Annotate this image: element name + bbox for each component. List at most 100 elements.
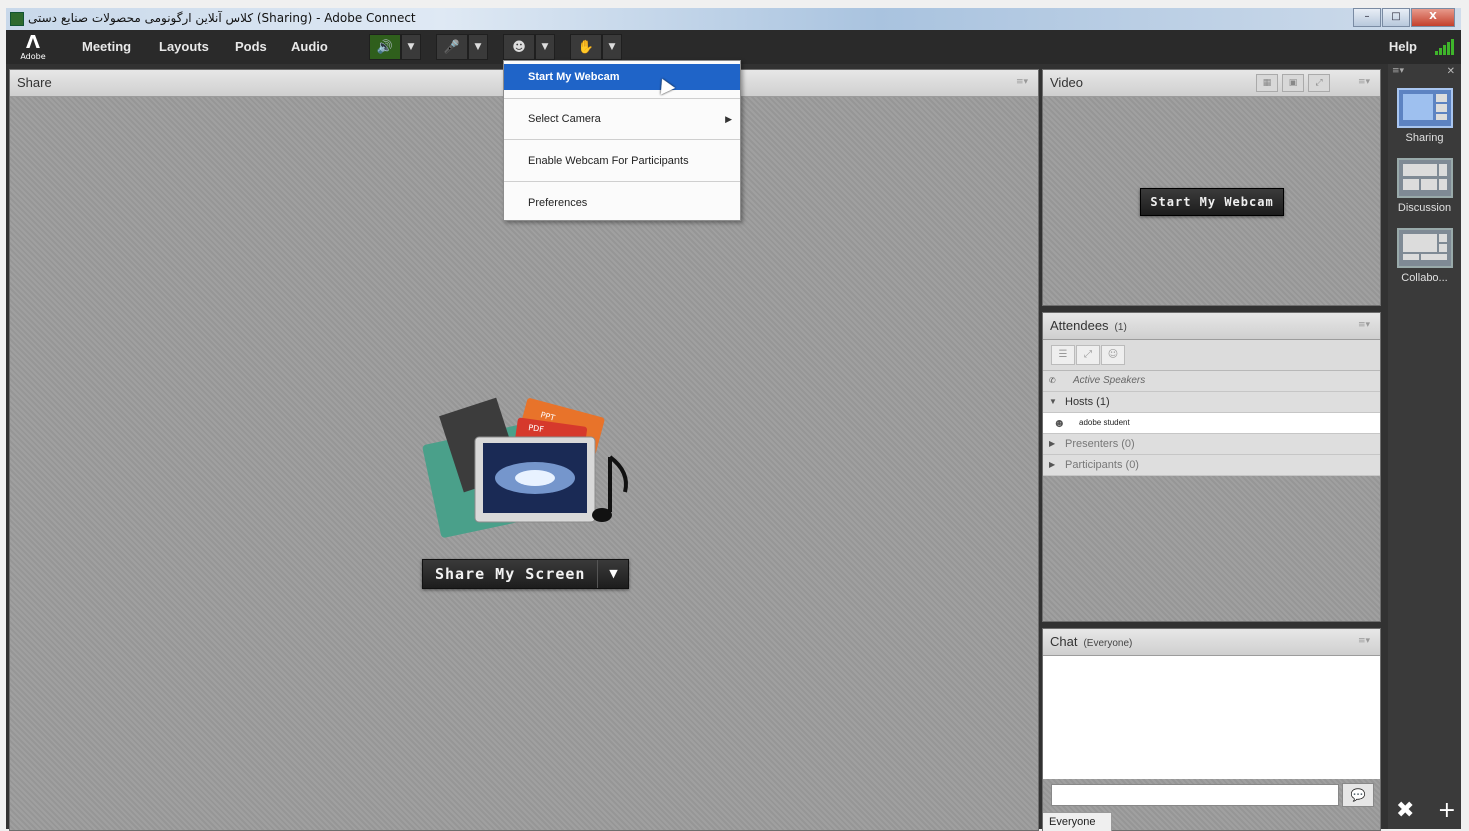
share-pod-menu-icon[interactable]: ≡▾ [1016,77,1028,87]
active-speakers-icon: ✆ [1049,376,1056,385]
attendees-toolbar: ☰ ⤢ ☺ [1043,340,1380,371]
webcam-icon[interactable]: ☻ [503,34,535,60]
share-my-screen-button[interactable]: Share My Screen ▼ [422,559,630,589]
rail-bottom-tools: ✖ + [1396,798,1456,823]
menu-item-start-my-webcam[interactable]: Start My Webcam [504,64,740,90]
chat-pod-title: Chat (Everyone) [1050,634,1132,649]
window-controls: – □ X [1352,8,1455,27]
chat-message-input[interactable] [1051,784,1339,806]
menu-meeting[interactable]: Meeting [82,39,131,54]
chat-pod: Chat (Everyone) ≡▾ 💬 Everyone [1042,628,1381,831]
grid-view-icon[interactable]: ▦ [1256,74,1278,92]
menu-item-preferences[interactable]: Preferences [504,188,740,218]
menu-item-enable-webcam-participants[interactable]: Enable Webcam For Participants [504,146,740,176]
video-pod-tools: ▦ ▣ ⤢ [1256,74,1330,92]
fullscreen-icon[interactable]: ⤢ [1308,74,1330,92]
layout-collaboration[interactable]: Collabo... [1388,228,1461,284]
layout-discussion-thumbnail-icon[interactable] [1396,158,1453,198]
attendees-pod-menu-icon[interactable]: ≡▾ [1358,320,1370,330]
select-camera-label[interactable]: Select Camera [528,113,601,125]
start-my-webcam-button[interactable]: Start My Webcam [1140,188,1284,216]
menu-layouts[interactable]: Layouts [159,39,209,54]
menu-item-select-camera[interactable]: Select Camera ▶ [504,104,740,134]
chat-scope: (Everyone) [1083,638,1133,649]
menu-separator [504,139,740,140]
pin-tool-icon[interactable]: ✖ [1396,798,1414,823]
menu-separator [504,181,740,182]
layout-discussion-label[interactable]: Discussion [1388,202,1461,214]
chat-tab-everyone[interactable]: Everyone [1043,812,1112,831]
participants-group-row[interactable]: ▶ Participants (0) [1043,455,1380,476]
participants-group-label[interactable]: Participants (0) [1065,455,1139,475]
presenters-group-row[interactable]: ▶ Presenters (0) [1043,434,1380,455]
menu-bar: Λ Adobe Meeting Layouts Pods Audio 🔊 ▼ 🎤… [6,30,1461,64]
hosts-group-label[interactable]: Hosts (1) [1065,392,1110,412]
active-speakers-label: Active Speakers [1073,375,1146,386]
layout-sharing-label[interactable]: Sharing [1388,132,1461,144]
presenters-expand-icon[interactable]: ▶ [1049,434,1055,454]
share-options-chevron-down-icon[interactable]: ▼ [597,560,629,588]
window-title: كلاس آنلاین ارگونومی محصولات صنایع دستی … [28,11,416,25]
presenters-group-label[interactable]: Presenters (0) [1065,434,1135,454]
webcam-dropdown[interactable]: ▼ [535,34,555,60]
raise-hand-dropdown[interactable]: ▼ [602,34,622,60]
window-title-bar: كلاس آنلاین ارگونومی محصولات صنایع دستی … [6,8,1461,30]
close-button[interactable]: X [1411,8,1455,27]
attendee-list-view-icon[interactable]: ☰ [1051,345,1075,365]
menu-help[interactable]: Help [1389,39,1417,54]
share-media-illustration-icon: PPT PDF [422,397,628,538]
video-pod-header: Video ▦ ▣ ⤢ ≡▾ [1043,70,1380,97]
chat-pod-header: Chat (Everyone) ≡▾ [1043,629,1380,656]
chat-messages-area [1043,656,1380,779]
menu-pods[interactable]: Pods [235,39,267,54]
speaker-icon[interactable]: 🔊 [369,34,401,60]
rail-close-icon[interactable]: ✕ [1447,66,1455,77]
video-pod-title: Video [1050,75,1084,90]
attendees-count: (1) [1114,322,1127,333]
submenu-arrow-icon: ▶ [725,114,732,124]
hosts-group-row[interactable]: ▼ Hosts (1) [1043,392,1380,413]
microphone-icon[interactable]: 🎤 [436,34,468,60]
add-layout-icon[interactable]: + [1438,798,1456,823]
chat-send-icon[interactable]: 💬 [1342,783,1374,807]
layout-collaboration-label[interactable]: Collabo... [1388,272,1461,284]
attendees-pod-title: Attendees (1) [1050,318,1127,333]
attendee-roles-icon[interactable]: ☺ [1101,345,1125,365]
hosts-expand-icon[interactable]: ▼ [1049,392,1057,412]
connection-signal-icon [1435,39,1455,55]
video-pod: Video ▦ ▣ ⤢ ≡▾ Start My Webcam [1042,69,1381,306]
host-attendee-name[interactable]: adobe student [1079,413,1130,433]
microphone-dropdown[interactable]: ▼ [468,34,488,60]
webcam-control: ☻ ▼ [503,34,555,60]
layout-sharing[interactable]: Sharing [1388,88,1461,144]
chat-title-text: Chat [1050,634,1078,649]
maximize-button[interactable]: □ [1382,8,1410,27]
attendee-expand-icon[interactable]: ⤢ [1076,345,1100,365]
layouts-rail: ≡▾ ✕ Sharing Discussion Collabo... ✖ + [1388,64,1461,829]
adobe-connect-app-icon [10,12,24,26]
speaker-control: 🔊 ▼ [369,34,421,60]
share-pod-title: Share [17,75,52,90]
layout-sharing-thumbnail-icon[interactable] [1396,88,1453,128]
filmstrip-view-icon[interactable]: ▣ [1282,74,1304,92]
minimize-button[interactable]: – [1353,8,1381,27]
webcam-dropdown-menu: Start My Webcam Select Camera ▶ Enable W… [503,60,741,221]
raise-hand-icon[interactable]: ✋ [570,34,602,60]
active-speakers-row: ✆ Active Speakers [1043,371,1380,392]
host-attendee-row[interactable]: ☻ adobe student [1043,413,1380,434]
participants-expand-icon[interactable]: ▶ [1049,455,1055,475]
share-my-screen-label[interactable]: Share My Screen [423,560,598,588]
rail-menu-icon[interactable]: ≡▾ [1392,66,1404,76]
raise-hand-control: ✋ ▼ [570,34,622,60]
microphone-control: 🎤 ▼ [436,34,488,60]
chat-pod-menu-icon[interactable]: ≡▾ [1358,636,1370,646]
layout-collaboration-thumbnail-icon[interactable] [1396,228,1453,268]
host-user-icon: ☻ [1053,416,1066,430]
menu-audio[interactable]: Audio [291,39,328,54]
video-pod-menu-icon[interactable]: ≡▾ [1358,77,1370,87]
layout-discussion[interactable]: Discussion [1388,158,1461,214]
adobe-logo: Λ Adobe [20,32,46,62]
attendees-pod: Attendees (1) ≡▾ ☰ ⤢ ☺ ✆ Active Speakers … [1042,312,1381,622]
speaker-dropdown[interactable]: ▼ [401,34,421,60]
menu-separator [504,98,740,99]
